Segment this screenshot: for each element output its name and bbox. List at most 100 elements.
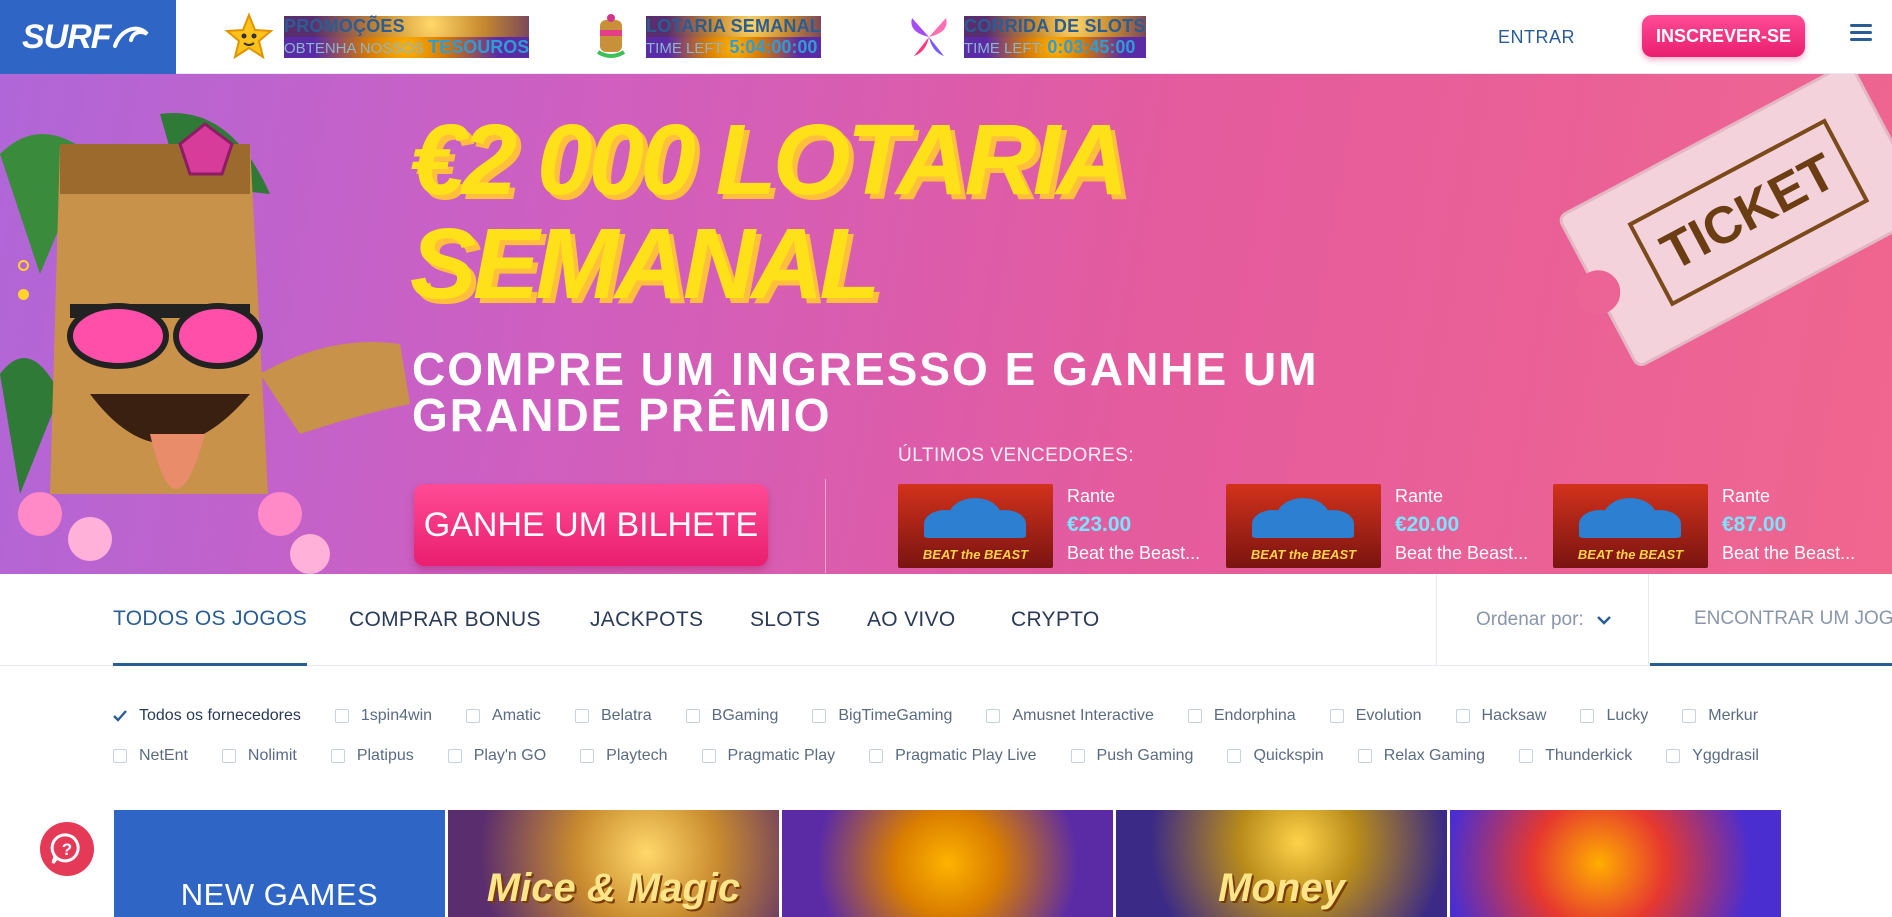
provider-filter[interactable]: Nolimit xyxy=(221,747,297,765)
winner-card[interactable]: BEAT the BEAST Rante €87.00 Beat the Bea… xyxy=(1553,484,1855,568)
provider-filter[interactable]: Belatra xyxy=(574,707,652,725)
game-thumbnail: BEAT the BEAST xyxy=(898,484,1053,568)
checkbox[interactable] xyxy=(447,749,462,763)
provider-label: NetEnt xyxy=(139,747,188,764)
tab-buy-bonus[interactable]: COMPRAR BONUS xyxy=(349,574,541,666)
tab-slots[interactable]: SLOTS xyxy=(750,574,820,666)
checkbox[interactable] xyxy=(1187,709,1202,723)
promo-slots-race[interactable]: CORRIDA DE SLOTS TIME LEFT: 0:03:45:00 xyxy=(904,10,1146,64)
provider-filter[interactable]: Playtech xyxy=(580,747,668,765)
promo-treasures[interactable]: PROMOÇÕES OBTENHA NOSSOS TESOUROS xyxy=(224,10,530,64)
provider-filter[interactable]: Push Gaming xyxy=(1070,747,1194,765)
checkbox[interactable] xyxy=(580,749,595,763)
provider-filter[interactable]: BigTimeGaming xyxy=(812,707,952,725)
divider xyxy=(1648,574,1649,666)
winner-card[interactable]: BEAT the BEAST Rante €23.00 Beat the Bea… xyxy=(898,484,1200,568)
wave-icon xyxy=(112,26,149,48)
checkbox[interactable] xyxy=(1519,749,1534,763)
promo-title: CORRIDA DE SLOTS xyxy=(964,16,1146,37)
provider-filter[interactable]: Platipus xyxy=(330,747,414,765)
promo-weekly-lottery[interactable]: LOTARIA SEMANAL TIME LEFT: 5:04:00:00 xyxy=(586,10,821,64)
site-logo[interactable]: SURF xyxy=(0,0,176,74)
checkbox[interactable] xyxy=(1580,709,1595,723)
login-link[interactable]: ENTRAR xyxy=(1498,18,1575,56)
provider-label: Relax Gaming xyxy=(1383,747,1486,764)
checkbox[interactable] xyxy=(330,749,345,763)
provider-filter[interactable]: Endorphina xyxy=(1187,707,1296,725)
winner-amount: €87.00 xyxy=(1722,513,1787,536)
checkbox[interactable] xyxy=(1666,749,1681,763)
checkbox[interactable] xyxy=(685,709,700,723)
provider-filter[interactable]: Hacksaw xyxy=(1455,707,1546,725)
checkbox[interactable] xyxy=(1329,709,1344,723)
provider-filter[interactable]: Relax Gaming xyxy=(1357,747,1486,765)
provider-label: Platipus xyxy=(356,747,414,764)
checkbox[interactable] xyxy=(1070,749,1085,763)
provider-filter[interactable]: Todos os fornecedores xyxy=(113,707,301,725)
hero-subtitle: COMPRE UM INGRESSO E GANHE UM GRANDE PRÊ… xyxy=(412,343,1319,441)
winner-amount: €20.00 xyxy=(1395,513,1460,536)
provider-filter[interactable]: Thunderkick xyxy=(1519,747,1632,765)
checkbox[interactable] xyxy=(113,749,127,763)
checkbox[interactable] xyxy=(1227,749,1242,763)
provider-filter[interactable]: Pragmatic Play Live xyxy=(869,747,1037,765)
provider-label: Push Gaming xyxy=(1096,747,1194,764)
checkbox[interactable] xyxy=(574,709,589,723)
provider-filter[interactable]: Amatic xyxy=(466,707,541,725)
provider-label: Thunderkick xyxy=(1545,747,1633,764)
winner-game: Beat the Beast... xyxy=(1395,543,1529,563)
checkbox[interactable] xyxy=(869,749,884,763)
provider-filter[interactable]: Yggdrasil xyxy=(1666,747,1759,765)
checkbox[interactable] xyxy=(334,709,349,723)
checkbox[interactable] xyxy=(986,709,1001,723)
checkbox[interactable] xyxy=(1455,709,1470,723)
hamburger-menu-icon[interactable] xyxy=(1850,24,1872,46)
carousel-dots[interactable] xyxy=(18,260,29,318)
sort-dropdown[interactable]: Ordenar por: xyxy=(1476,574,1612,666)
tab-all-games[interactable]: TODOS OS JOGOS xyxy=(113,574,308,666)
tab-crypto[interactable]: CRYPTO xyxy=(1011,574,1100,666)
help-chat-button[interactable]: ? xyxy=(40,822,94,876)
checkbox[interactable] xyxy=(466,709,481,723)
provider-filter[interactable]: Amusnet Interactive xyxy=(986,707,1154,725)
new-games-tile[interactable]: NEW GAMES xyxy=(114,810,445,917)
checkbox[interactable] xyxy=(701,749,716,763)
latest-winners-label: ÚLTIMOS VENCEDORES: xyxy=(898,445,1135,466)
hero-title: €2 000 LOTARIA SEMANAL xyxy=(410,108,1129,316)
game-tile[interactable] xyxy=(1450,810,1781,917)
provider-filter[interactable]: Play'n GO xyxy=(447,747,546,765)
checkbox[interactable] xyxy=(1682,709,1697,723)
checkbox[interactable] xyxy=(812,709,827,723)
winner-name: Rante xyxy=(1722,486,1771,506)
winner-name: Rante xyxy=(1067,486,1116,506)
provider-filter[interactable]: Lucky xyxy=(1580,707,1648,725)
signup-button[interactable]: INSCREVER-SE xyxy=(1642,15,1805,57)
winner-amount: €23.00 xyxy=(1067,513,1132,536)
checkbox[interactable] xyxy=(1357,749,1372,763)
tab-jackpots[interactable]: JACKPOTS xyxy=(590,574,703,666)
check-icon[interactable] xyxy=(113,709,127,723)
tab-live[interactable]: AO VIVO xyxy=(867,574,955,666)
winner-card[interactable]: BEAT the BEAST Rante €20.00 Beat the Bea… xyxy=(1226,484,1528,568)
game-grid: NEW GAMES Mice & Magic Money xyxy=(114,810,1784,917)
get-ticket-button[interactable]: GANHE UM BILHETE xyxy=(414,484,768,566)
game-tile[interactable] xyxy=(782,810,1113,917)
provider-filter[interactable]: Pragmatic Play xyxy=(701,747,835,765)
game-thumbnail: BEAT the BEAST xyxy=(1226,484,1381,568)
promo-value: 5:04:00:00 xyxy=(729,37,818,57)
game-tile[interactable]: Money xyxy=(1116,810,1447,917)
promo-sub: TIME LEFT: xyxy=(964,40,1044,57)
search-input[interactable] xyxy=(1694,607,1892,630)
checkbox[interactable] xyxy=(221,749,236,763)
provider-filter[interactable]: Quickspin xyxy=(1227,747,1324,765)
provider-filter[interactable]: BGaming xyxy=(685,707,778,725)
provider-filter[interactable]: NetEnt xyxy=(113,747,188,765)
provider-filter[interactable]: 1spin4win xyxy=(334,707,432,725)
promo-value: 0:03:45:00 xyxy=(1047,37,1136,57)
game-tile[interactable]: Mice & Magic xyxy=(448,810,779,917)
promo-value: TESOUROS xyxy=(428,37,530,57)
provider-label: Lucky xyxy=(1606,707,1649,724)
provider-filter[interactable]: Evolution xyxy=(1329,707,1422,725)
provider-label: Endorphina xyxy=(1213,707,1296,724)
provider-filter[interactable]: Merkur xyxy=(1682,707,1758,725)
